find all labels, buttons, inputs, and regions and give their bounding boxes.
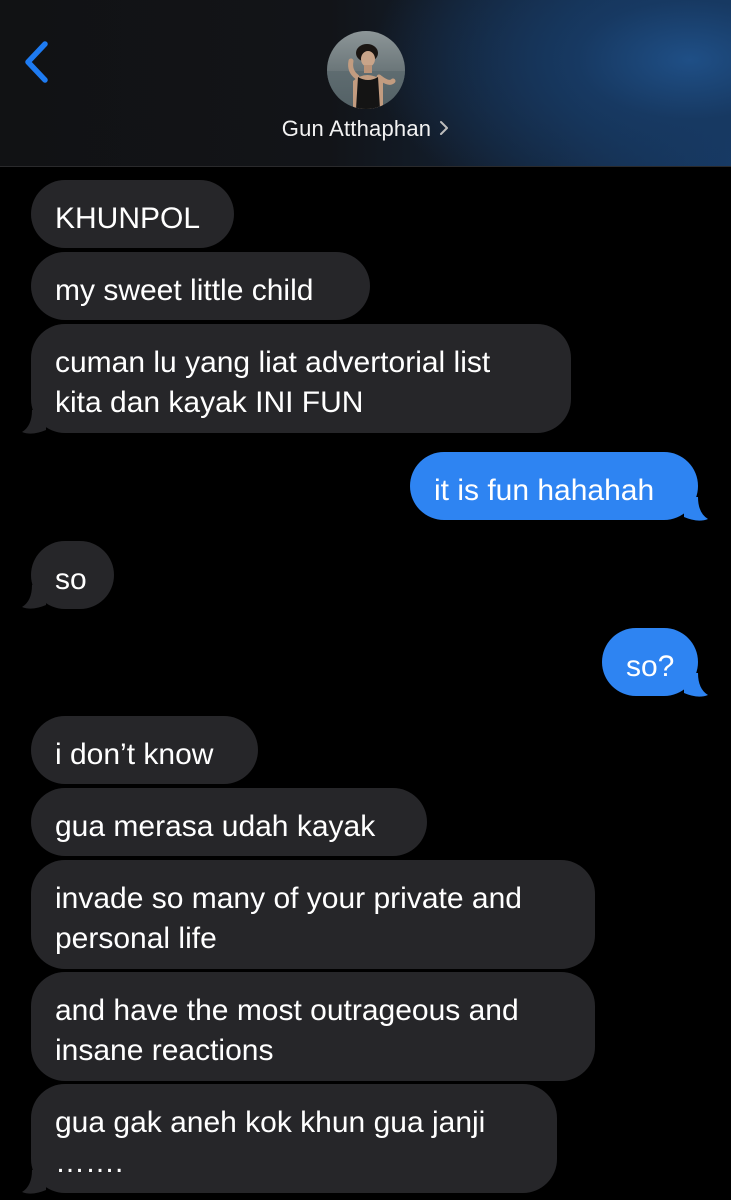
message-text: my sweet little child [55, 274, 314, 307]
message-text: invade so many of your private and [55, 882, 522, 915]
message-text: kita dan kayak INI FUN [55, 386, 364, 419]
message-bubble-incoming[interactable]: KHUNPOL [31, 180, 234, 248]
message-text: insane reactions [55, 1034, 274, 1067]
message-bubble-outgoing[interactable]: it is fun hahahah [410, 452, 698, 520]
bubble-tail [684, 673, 708, 697]
message-bubble-incoming[interactable]: gua merasa udah kayak [31, 788, 427, 856]
message-thread[interactable]: KHUNPOL my sweet little child cuman lu y… [0, 0, 731, 1200]
message-bubble-incoming[interactable]: cuman lu yang liat advertorial list kita… [31, 324, 571, 433]
message-bubble-incoming[interactable]: and have the most outrageous and insane … [31, 972, 595, 1081]
message-bubble-incoming[interactable]: gua gak aneh kok khun gua janji ……. [31, 1084, 557, 1193]
message-text: ……. [55, 1146, 124, 1179]
message-bubble-incoming[interactable]: my sweet little child [31, 252, 370, 320]
message-text: gua merasa udah kayak [55, 810, 376, 843]
bubble-tail [22, 585, 46, 609]
message-text: personal life [55, 922, 217, 955]
bubble-tail [22, 410, 46, 434]
message-bubble-incoming[interactable]: invade so many of your private and perso… [31, 860, 595, 969]
message-text: and have the most outrageous and [55, 994, 519, 1027]
message-text: cuman lu yang liat advertorial list [55, 346, 491, 379]
messages-screen: Gun Atthaphan KHUNPOL my sweet little ch… [0, 0, 731, 1200]
message-text: so? [626, 650, 675, 683]
message-bubble-incoming[interactable]: i don’t know [31, 716, 258, 784]
bubble-tail [22, 1170, 46, 1194]
message-text: it is fun hahahah [434, 474, 655, 507]
message-text: so [55, 563, 87, 596]
bubble-tail [684, 497, 708, 521]
message-text: KHUNPOL [55, 202, 201, 235]
message-text: i don’t know [55, 738, 214, 771]
message-text: gua gak aneh kok khun gua janji [55, 1106, 486, 1139]
